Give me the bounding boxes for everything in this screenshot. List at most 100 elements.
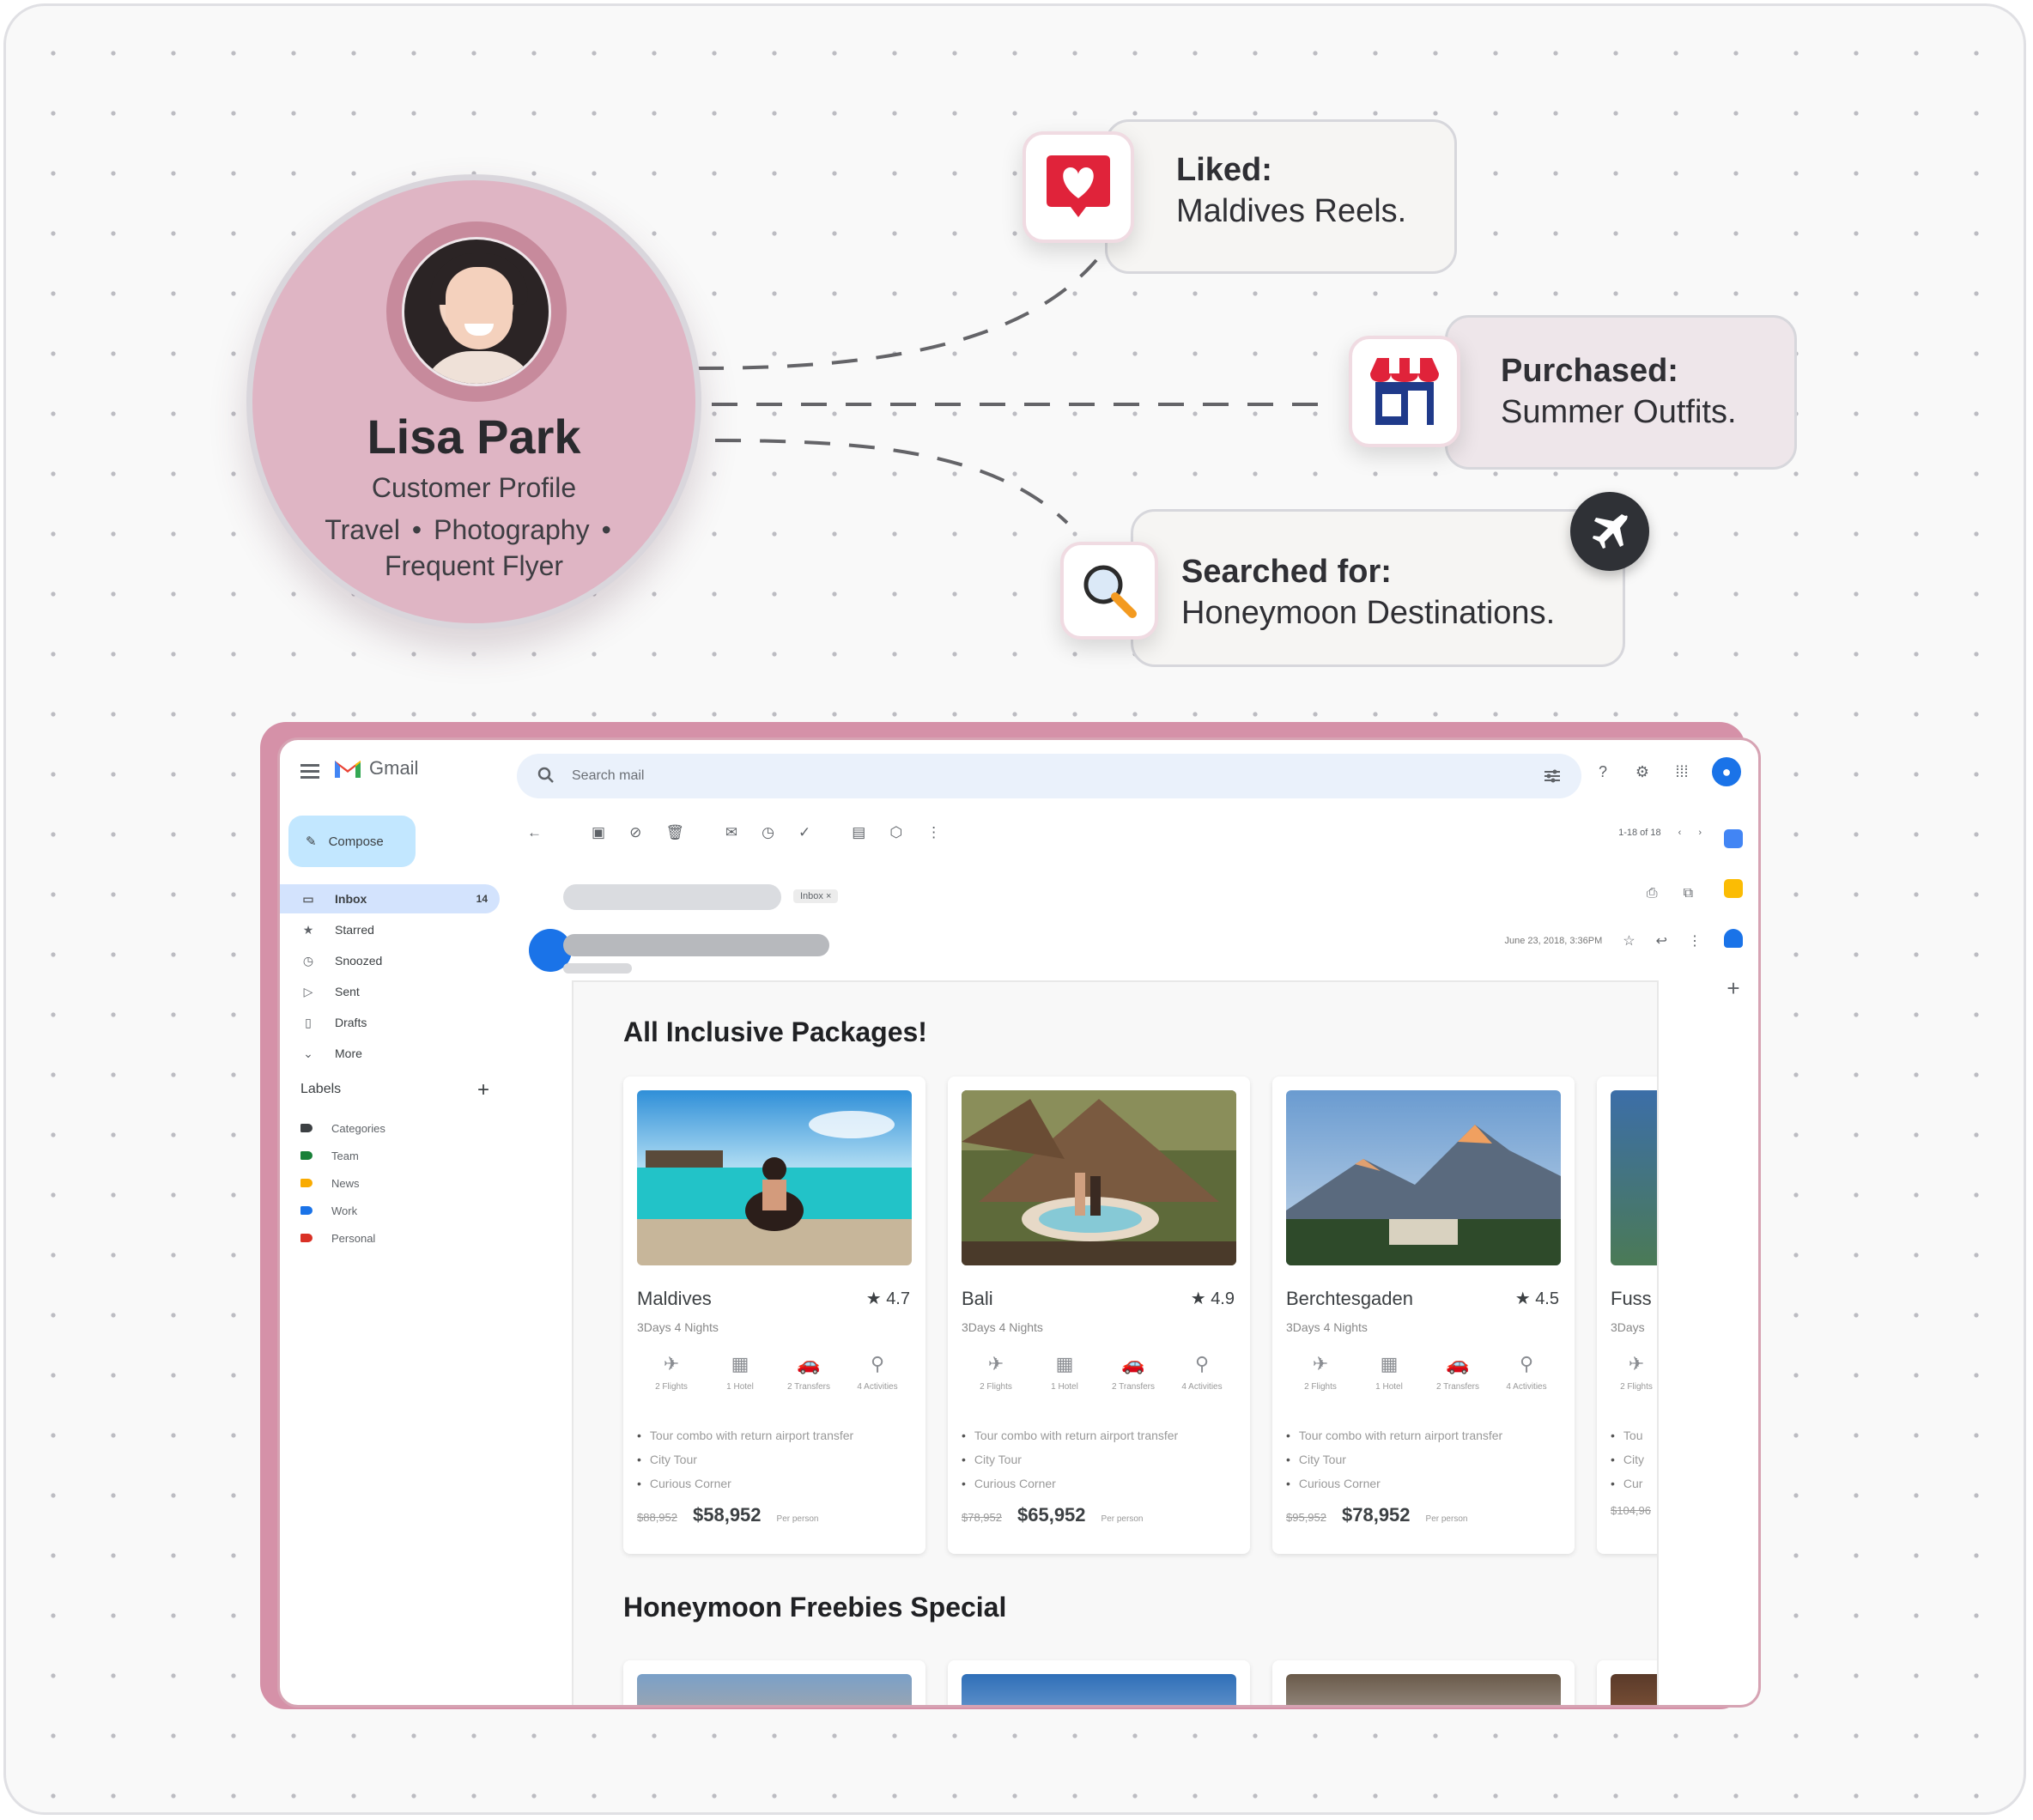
- email-body: All Inclusive Packages! Maldives ★ 4.7 3…: [572, 980, 1659, 1705]
- account-avatar-icon[interactable]: ●: [1712, 757, 1741, 786]
- label-work[interactable]: Work: [300, 1200, 357, 1221]
- send-icon: ▷: [303, 984, 313, 998]
- chevron-down-icon: ⌄: [303, 1046, 313, 1060]
- main-menu-icon[interactable]: [300, 764, 319, 779]
- sidebar-item-drafts[interactable]: ▯ Drafts: [280, 1008, 500, 1037]
- print-icon[interactable]: ⎙: [1647, 886, 1658, 901]
- package-inclusions: Tour combo with return airport transferC…: [1286, 1423, 1502, 1495]
- freebie-photo: [1286, 1674, 1561, 1705]
- settings-gear-icon[interactable]: ⚙: [1633, 762, 1652, 781]
- tag-travel: Travel: [325, 514, 400, 545]
- label-team[interactable]: Team: [300, 1145, 359, 1166]
- archive-icon[interactable]: ▣: [592, 824, 605, 841]
- purchased-icon-tile: [1349, 336, 1460, 447]
- search-placeholder: Search mail: [572, 768, 645, 783]
- amenities: ✈ 2 Flights: [1611, 1353, 1657, 1392]
- mark-unread-icon[interactable]: ✉: [725, 824, 737, 841]
- pencil-icon: ✎: [306, 834, 317, 849]
- freebie-card[interactable]: [623, 1660, 925, 1705]
- calendar-icon[interactable]: [1724, 829, 1743, 848]
- back-arrow-icon[interactable]: ←: [527, 824, 542, 841]
- package-duration: 3Days: [1611, 1320, 1645, 1334]
- label-categories[interactable]: Categories: [300, 1118, 385, 1138]
- flight-icon: ✈: [663, 1353, 680, 1374]
- sender-email-placeholder: [563, 963, 632, 974]
- search-options-icon[interactable]: [1542, 766, 1563, 786]
- label-tag-icon: [300, 1124, 313, 1132]
- freebie-card[interactable]: [1272, 1660, 1575, 1705]
- search-mail-input[interactable]: Search mail: [517, 754, 1581, 798]
- package-card-maldives[interactable]: Maldives ★ 4.7 3Days 4 Nights ✈ 2 Flights…: [623, 1077, 925, 1554]
- compose-button[interactable]: ✎ Compose: [288, 816, 416, 867]
- contacts-icon[interactable]: [1724, 929, 1743, 948]
- package-name: Bali: [962, 1288, 993, 1309]
- more-vertical-icon[interactable]: ⋮: [926, 824, 941, 841]
- help-icon[interactable]: ?: [1593, 762, 1612, 781]
- transfer-car-icon: 🚗: [797, 1353, 821, 1374]
- gmail-app-name: Gmail: [369, 757, 419, 779]
- message-date: June 23, 2018, 3:36PM: [1504, 936, 1603, 946]
- sidebar-item-starred[interactable]: ★ Starred: [280, 915, 500, 944]
- transfer-car-icon: 🚗: [1121, 1353, 1145, 1374]
- activity-icon: ⚲: [1194, 1353, 1210, 1374]
- flight-icon: ✈: [987, 1353, 1004, 1374]
- freebies-section-title: Honeymoon Freebies Special: [623, 1592, 1007, 1623]
- freebie-card[interactable]: [1597, 1660, 1657, 1705]
- report-spam-icon[interactable]: ⊘: [629, 824, 641, 841]
- message-meta: June 23, 2018, 3:36PM ☆ ↩ ⋮: [1505, 932, 1702, 949]
- hotel-icon: ▦: [1055, 1353, 1074, 1374]
- freebie-photo: [637, 1674, 912, 1705]
- apps-grid-icon[interactable]: ⁞⁞⁞: [1672, 762, 1691, 781]
- sidebar-item-sent[interactable]: ▷ Sent: [280, 977, 500, 1006]
- searched-icon-tile: [1060, 542, 1158, 640]
- label-tag-icon: [300, 1179, 313, 1187]
- gmail-sidebar: ✎ Compose ▭ Inbox 14 ★ Starred ◷ Snoozed…: [280, 804, 512, 1705]
- sidebar-item-more[interactable]: ⌄ More: [280, 1039, 500, 1068]
- delete-icon[interactable]: 🗑: [665, 824, 684, 841]
- inbox-chip[interactable]: Inbox ×: [793, 889, 839, 903]
- package-card-partial[interactable]: Fuss 3Days ✈2 Flights TouCityCur $104,96: [1597, 1077, 1657, 1554]
- next-page-icon[interactable]: ›: [1698, 828, 1702, 838]
- labels-heading: Labels +: [300, 1078, 489, 1101]
- open-new-window-icon[interactable]: ⧉: [1684, 886, 1693, 901]
- add-addon-icon[interactable]: +: [1724, 977, 1743, 999]
- sidebar-item-inbox[interactable]: ▭ Inbox 14: [280, 884, 500, 913]
- label-tag-icon: [300, 1234, 313, 1242]
- sidebar-item-snoozed[interactable]: ◷ Snoozed: [280, 946, 500, 975]
- add-task-icon[interactable]: ✓: [798, 824, 810, 841]
- star-message-icon[interactable]: ☆: [1623, 932, 1635, 949]
- flight-icon: ✈: [1628, 1353, 1645, 1374]
- package-inclusions: Tour combo with return airport transferC…: [962, 1423, 1178, 1495]
- purchased-value: Summer Outfits.: [1501, 394, 1737, 430]
- package-card-berchtesgaden[interactable]: Berchtesgaden ★ 4.5 3Days 4 Nights ✈ 2 Fl…: [1272, 1077, 1575, 1554]
- label-icon[interactable]: ⬡: [889, 824, 902, 841]
- label-personal[interactable]: Personal: [300, 1228, 375, 1248]
- flight-icon: ✈: [1312, 1353, 1329, 1374]
- search-icon[interactable]: [536, 765, 556, 786]
- reply-icon[interactable]: ↩: [1656, 932, 1667, 949]
- clock-icon: ◷: [302, 953, 314, 968]
- pager: 1-18 of 18 ‹ ›: [1618, 828, 1702, 838]
- package-duration: 3Days 4 Nights: [637, 1320, 719, 1334]
- connector-searched: [714, 439, 1069, 525]
- package-duration: 3Days 4 Nights: [1286, 1320, 1368, 1334]
- snooze-icon[interactable]: ◷: [762, 824, 774, 841]
- avatar: [402, 237, 551, 386]
- gmail-logo[interactable]: Gmail: [333, 757, 418, 780]
- package-rating: ★ 4.5: [1514, 1289, 1559, 1308]
- packages-section-title: All Inclusive Packages!: [623, 1016, 927, 1047]
- package-name: Fuss: [1611, 1288, 1652, 1309]
- freebie-card[interactable]: [948, 1660, 1250, 1705]
- keep-notes-icon[interactable]: [1724, 879, 1743, 898]
- message-more-icon[interactable]: ⋮: [1688, 932, 1702, 949]
- package-rating: ★ 4.9: [1190, 1289, 1235, 1308]
- prev-page-icon[interactable]: ‹: [1678, 828, 1682, 838]
- star-icon: ★: [302, 922, 314, 937]
- message-view: ← ▣ ⊘ 🗑 ✉ ◷ ✓ ▤ ⬡ ⋮ 1-18 of 18 ‹ › Inbox…: [517, 804, 1710, 1705]
- gmail-m-icon: [335, 761, 361, 778]
- label-news[interactable]: News: [300, 1173, 360, 1193]
- transfer-car-icon: 🚗: [1446, 1353, 1470, 1374]
- add-label-icon[interactable]: +: [477, 1078, 489, 1102]
- package-card-bali[interactable]: Bali ★ 4.9 3Days 4 Nights ✈ 2 Flights ▦ 1 …: [948, 1077, 1250, 1554]
- move-to-icon[interactable]: ▤: [852, 824, 865, 841]
